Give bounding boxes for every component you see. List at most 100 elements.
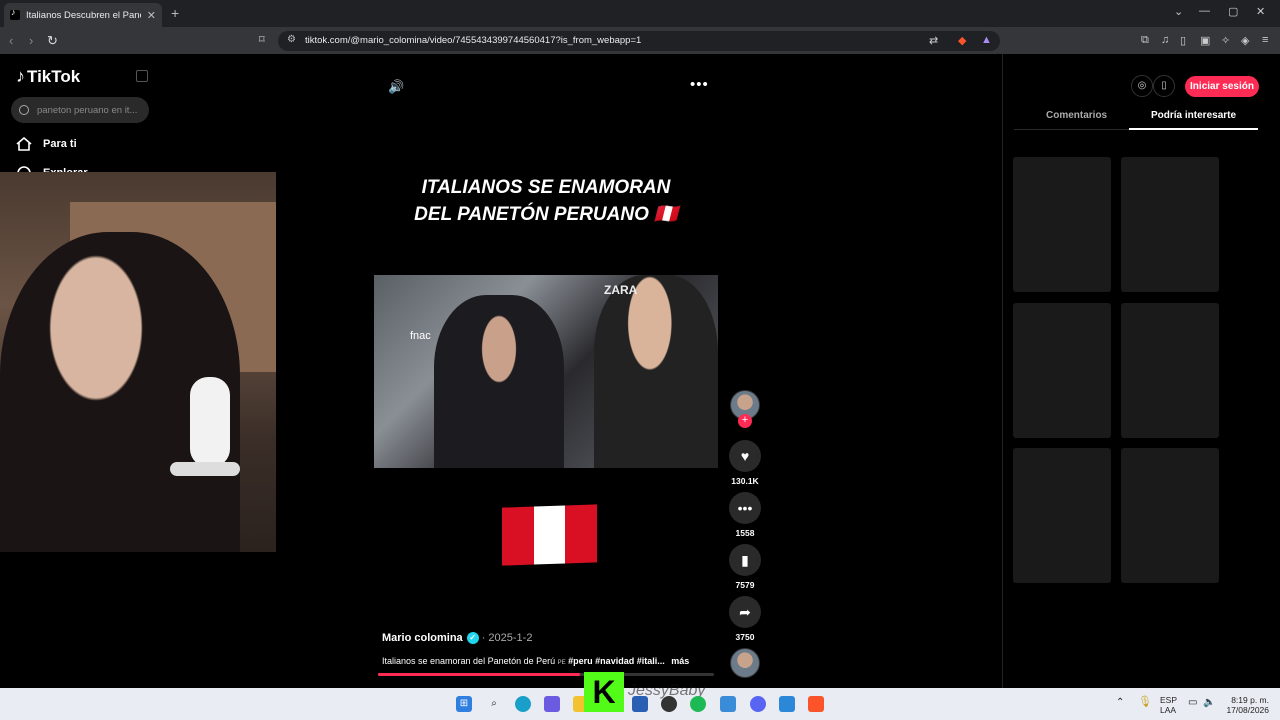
store-sign: ZARA — [604, 283, 638, 297]
app-icon[interactable] — [720, 696, 736, 712]
peru-flag — [502, 504, 598, 566]
leo-icon[interactable]: ✧ — [1221, 34, 1230, 47]
url-text: tiktok.com/@mario_colomina/video/7455434… — [305, 35, 642, 46]
sound-avatar[interactable] — [730, 648, 760, 678]
app-icon[interactable] — [632, 696, 648, 712]
author-name[interactable]: Mario colomina — [382, 632, 463, 644]
nav-label: Para ti — [43, 138, 77, 150]
like-count: 130.1K — [731, 476, 759, 486]
post-caption: Italianos se enamoran del Panetón de Per… — [382, 656, 689, 666]
person-eating — [434, 295, 564, 468]
bookmark-icon[interactable]: ⌑ — [259, 33, 265, 46]
volume-icon[interactable]: 🔊 — [388, 79, 404, 95]
media-icon[interactable]: ♫ — [1161, 34, 1169, 46]
mic-tray-icon[interactable]: 🎙 — [1138, 697, 1152, 708]
tiktok-favicon-icon — [10, 7, 20, 20]
maximize-button[interactable]: ▢ — [1228, 5, 1238, 18]
tray-chevron-icon[interactable]: ⌃ — [1116, 698, 1124, 708]
taskbar-search-icon[interactable]: ⌕ — [486, 696, 502, 712]
caption-flag: PE — [557, 660, 566, 666]
forward-icon[interactable]: › — [29, 33, 33, 48]
network-icon[interactable]: ▭ — [1188, 698, 1197, 708]
login-button[interactable]: Iniciar sesión — [1185, 76, 1259, 97]
address-bar[interactable]: ⚙ tiktok.com/@mario_colomina/video/74554… — [278, 31, 1000, 51]
search-placeholder: paneton peruano en it... — [37, 104, 138, 116]
tiktok-note-icon: ♪ — [16, 66, 25, 86]
headline-line-2: DEL PANETÓN PERUANO 🇵🇪 — [414, 204, 678, 225]
video-frame[interactable]: ZARA fnac — [374, 275, 718, 468]
new-tab-button[interactable]: + — [171, 5, 179, 21]
tab-comentarios[interactable]: Comentarios — [1046, 110, 1107, 121]
edge-icon[interactable] — [515, 696, 531, 712]
brave-icon[interactable] — [808, 696, 824, 712]
extensions-icon[interactable]: ⧉ — [1141, 34, 1149, 47]
caption-hashtags[interactable]: #peru #navidad #itali... — [568, 656, 665, 666]
suggested-video-tile[interactable] — [1013, 157, 1111, 292]
browser-toolbar: ‹ › ↻ ⌑ ⚙ tiktok.com/@mario_colomina/vid… — [0, 27, 1280, 54]
tab-close-icon[interactable]: ✕ — [147, 9, 156, 22]
menu-icon[interactable]: ≡ — [1262, 34, 1268, 46]
site-info-icon[interactable]: ⚙ — [287, 34, 296, 45]
suggested-video-tile[interactable] — [1013, 303, 1111, 438]
follow-plus-icon[interactable]: + — [738, 414, 752, 428]
browser-tab-bar: Italianos Descubren el Panetó ✕ + ⌄ — ▢ … — [0, 0, 1280, 27]
tab-podria-interesarte[interactable]: Podría interesarte — [1151, 110, 1236, 121]
comment-button[interactable]: ••• — [729, 492, 761, 524]
suggested-video-tile[interactable] — [1121, 303, 1219, 438]
webcam-overlay — [0, 172, 276, 552]
back-icon[interactable]: ‹ — [9, 33, 13, 48]
share-button[interactable]: ➦ — [729, 596, 761, 628]
search-input[interactable]: paneton peruano en it... — [11, 97, 149, 123]
save-button[interactable]: ▮ — [729, 544, 761, 576]
browser-tab[interactable]: Italianos Descubren el Panetó ✕ — [4, 3, 162, 27]
spotify-icon[interactable] — [690, 696, 706, 712]
brave-rewards-icon[interactable]: ▲ — [981, 34, 992, 46]
volume-tray-icon[interactable]: 🔈 — [1203, 698, 1215, 708]
comment-icon: ••• — [737, 500, 753, 516]
active-tab-indicator — [1129, 128, 1258, 130]
more-options-icon[interactable]: ••• — [690, 76, 709, 93]
photos-icon[interactable] — [779, 696, 795, 712]
home-icon — [16, 137, 32, 151]
microphone-mount — [170, 462, 240, 476]
video-progress-bar[interactable] — [378, 673, 714, 676]
post-date: · 2025-1-2 — [481, 632, 533, 644]
reload-icon[interactable]: ↻ — [47, 33, 58, 49]
sidebar-icon[interactable]: ▯ — [1180, 34, 1186, 47]
caption-more-link[interactable]: más — [671, 656, 689, 666]
translate-icon[interactable]: ⇄ — [929, 34, 938, 47]
language-layout: LAA — [1160, 705, 1177, 715]
clock-date: 17/08/2026 — [1226, 705, 1269, 715]
suggested-video-tile[interactable] — [1013, 448, 1111, 583]
fnac-sign: fnac — [410, 330, 431, 342]
clock[interactable]: 8:19 p. m. 17/08/2026 — [1224, 695, 1269, 715]
save-count: 7579 — [735, 580, 755, 590]
language-code: ESP — [1160, 695, 1178, 705]
brave-shields-icon[interactable]: ◆ — [958, 34, 966, 47]
tiktok-logo[interactable]: ♪ TikTok — [16, 66, 80, 87]
minimize-button[interactable]: — — [1199, 5, 1210, 17]
bookmark-icon: ▮ — [741, 552, 749, 568]
app-icon[interactable] — [544, 696, 560, 712]
verified-icon: ✓ — [466, 632, 479, 644]
close-window-button[interactable]: ✕ — [1256, 5, 1265, 18]
kick-logo: K — [584, 672, 624, 712]
discord-icon[interactable] — [750, 696, 766, 712]
clock-time: 8:19 p. m. — [1231, 695, 1269, 705]
tab-search-icon[interactable]: ⌄ — [1174, 5, 1183, 18]
vpn-icon[interactable]: ◈ — [1241, 34, 1249, 47]
obs-icon[interactable] — [661, 696, 677, 712]
discover-icon[interactable]: ◎ — [1131, 75, 1153, 97]
suggested-video-tile[interactable] — [1121, 157, 1219, 292]
nav-item-para-ti[interactable]: Para ti — [16, 137, 77, 151]
post-author-row: Mario colomina ✓ · 2025-1-2 — [382, 632, 532, 644]
tab-title: Italianos Descubren el Panetó — [26, 9, 141, 21]
collapse-sidebar-icon[interactable] — [136, 70, 148, 82]
wallet-icon[interactable]: ▣ — [1200, 34, 1210, 47]
phone-icon[interactable]: ▯ — [1153, 75, 1175, 97]
video-progress-fill — [378, 673, 580, 676]
language-indicator[interactable]: ESP LAA — [1160, 695, 1177, 715]
start-icon[interactable]: ⊞ — [456, 696, 472, 712]
suggested-video-tile[interactable] — [1121, 448, 1219, 583]
like-button[interactable]: ♥ — [729, 440, 761, 472]
